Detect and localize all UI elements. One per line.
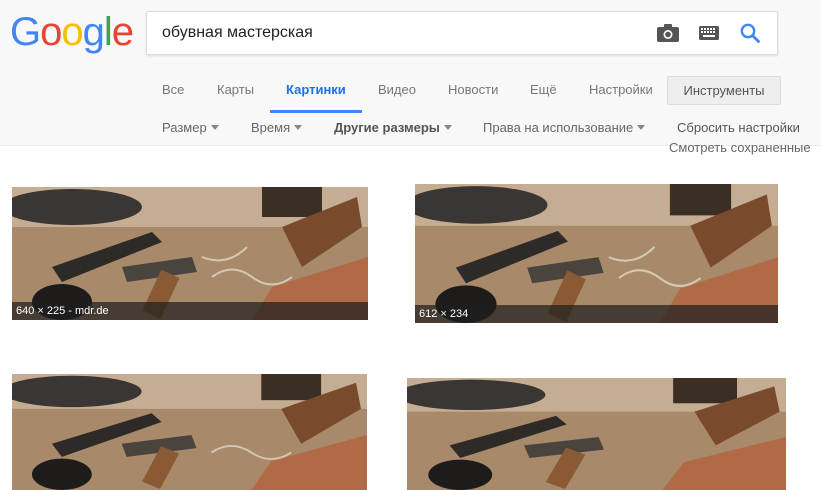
keyboard-icon[interactable] bbox=[699, 26, 719, 40]
search-input[interactable] bbox=[162, 12, 642, 54]
tab-maps[interactable]: Карты bbox=[217, 70, 254, 114]
tab-settings[interactable]: Настройки bbox=[589, 70, 653, 114]
tab-video[interactable]: Видео bbox=[378, 70, 416, 114]
tab-news[interactable]: Новости bbox=[448, 70, 498, 114]
tab-more[interactable]: Ещё bbox=[530, 70, 557, 114]
logo-letter: o bbox=[61, 10, 83, 54]
logo-letter: G bbox=[10, 10, 41, 54]
filter-time[interactable]: Время bbox=[251, 120, 303, 135]
caret-down-icon bbox=[294, 125, 303, 131]
active-tab-indicator bbox=[270, 110, 362, 113]
tools-photo bbox=[415, 184, 778, 323]
search-tabs: Все Карты Картинки Видео Новости Ещё Нас… bbox=[0, 70, 821, 114]
tab-all[interactable]: Все bbox=[162, 70, 184, 114]
caret-down-icon bbox=[210, 125, 219, 131]
image-caption: 640 × 225 - mdr.de bbox=[12, 302, 368, 320]
reset-filters-link[interactable]: Сбросить настройки bbox=[677, 120, 800, 135]
logo-letter: l bbox=[103, 10, 113, 54]
image-caption: 612 × 234 bbox=[415, 305, 778, 323]
search-icon[interactable] bbox=[739, 22, 761, 44]
filter-time-label: Время bbox=[251, 120, 291, 135]
google-logo[interactable]: Google bbox=[10, 8, 134, 56]
result-image[interactable]: 612 × 234 bbox=[415, 184, 778, 323]
caret-down-icon bbox=[443, 125, 452, 131]
search-box bbox=[146, 11, 778, 55]
filter-usage-rights[interactable]: Права на использование bbox=[483, 120, 646, 135]
result-image[interactable] bbox=[407, 378, 786, 490]
search-header: Google Все Карты Картинки Видео Новости bbox=[0, 0, 821, 146]
view-saved-link[interactable]: Смотреть сохраненные bbox=[669, 140, 811, 155]
result-image[interactable]: 640 × 225 - mdr.de bbox=[12, 187, 368, 320]
filter-usage-rights-label: Права на использование bbox=[483, 120, 634, 135]
filter-other-sizes-label: Другие размеры bbox=[334, 120, 440, 135]
logo-letter: e bbox=[111, 10, 134, 54]
result-image[interactable] bbox=[12, 374, 367, 490]
tools-photo bbox=[407, 378, 786, 490]
tools-photo bbox=[12, 374, 367, 490]
logo-letter: g bbox=[82, 10, 105, 54]
filter-size[interactable]: Размер bbox=[162, 120, 219, 135]
filter-size-label: Размер bbox=[162, 120, 207, 135]
tools-photo bbox=[12, 187, 368, 320]
filter-other-sizes[interactable]: Другие размеры bbox=[334, 120, 452, 135]
filter-bar: Размер Время Другие размеры Права на исп… bbox=[0, 116, 821, 140]
logo-letter: o bbox=[40, 10, 62, 54]
caret-down-icon bbox=[637, 125, 646, 131]
camera-icon[interactable] bbox=[657, 24, 679, 42]
tab-images[interactable]: Картинки bbox=[286, 70, 346, 114]
tools-button[interactable]: Инструменты bbox=[667, 76, 781, 105]
